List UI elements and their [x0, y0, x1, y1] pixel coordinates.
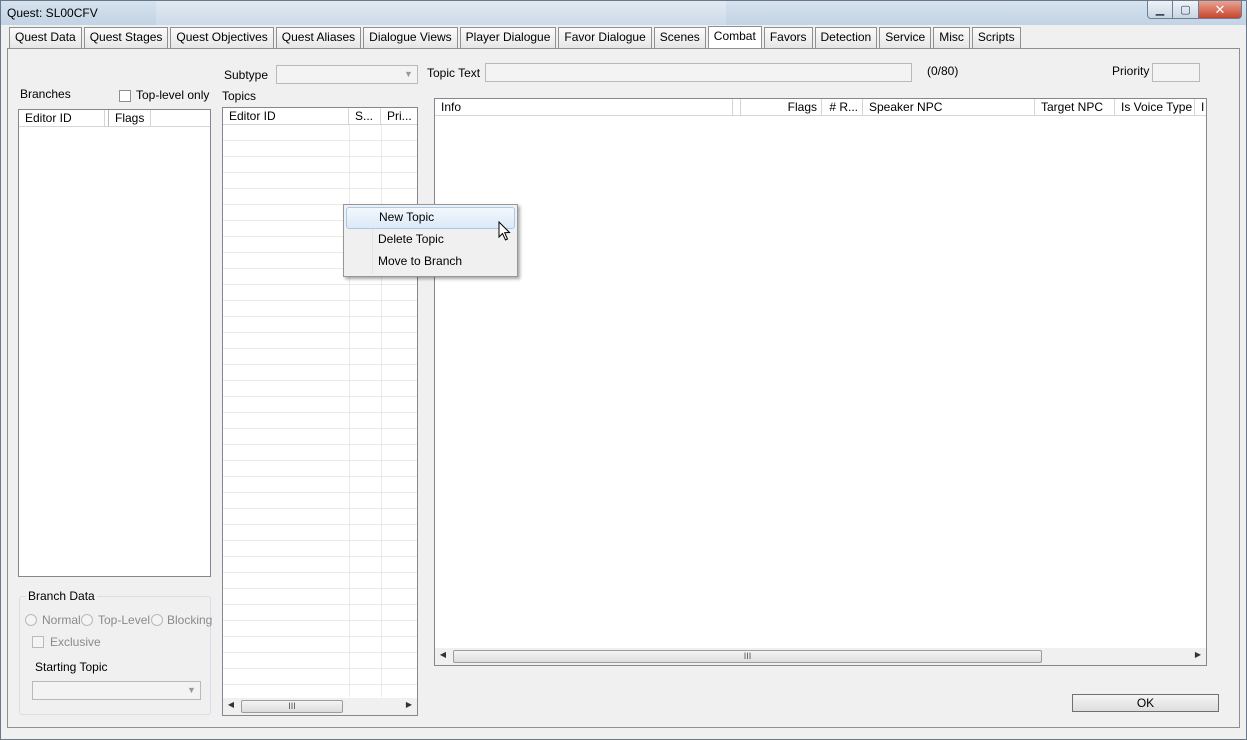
radio-blocking-label: Blocking — [167, 613, 213, 627]
topics-hscrollbar[interactable]: ◀ III ▶ — [223, 698, 417, 715]
ok-button[interactable]: OK — [1072, 694, 1219, 712]
priority-input[interactable] — [1152, 63, 1200, 82]
topics-col-s[interactable]: S... — [349, 108, 381, 125]
maximize-icon: ▢ — [1180, 4, 1191, 16]
chevron-down-icon: ▼ — [187, 685, 196, 695]
radio-blocking[interactable] — [151, 614, 163, 626]
tab-misc[interactable]: Misc — [933, 27, 970, 48]
tab-strip: Quest Data Quest Stages Quest Objectives… — [9, 26, 1023, 49]
scroll-right-icon[interactable]: ▶ — [403, 700, 415, 709]
column-divider[interactable] — [733, 99, 741, 116]
close-icon: ✕ — [1214, 1, 1226, 17]
toplevel-only-checkbox[interactable] — [119, 90, 131, 102]
menu-item-new-topic[interactable]: New Topic — [346, 207, 515, 229]
toplevel-only-label: Top-level only — [136, 88, 210, 102]
title-bar[interactable]: Quest: SL00CFV ▁ ▢ ✕ — [1, 1, 1246, 25]
info-list[interactable]: Info Flags # R... Speaker NPC Target NPC… — [434, 98, 1207, 666]
tab-quest-objectives[interactable]: Quest Objectives — [170, 27, 274, 48]
maximize-button[interactable]: ▢ — [1173, 1, 1199, 19]
info-col-responses[interactable]: # R... — [822, 99, 863, 116]
tab-service[interactable]: Service — [879, 27, 932, 48]
combat-tab-panel: Branches Top-level only Editor ID Flags … — [7, 48, 1240, 728]
info-col-speaker-npc[interactable]: Speaker NPC — [863, 99, 1035, 116]
topic-text-label: Topic Text — [427, 66, 481, 80]
menu-item-move-to-branch[interactable]: Move to Branch — [346, 251, 515, 273]
branches-col-empty — [151, 110, 210, 127]
subtype-combo[interactable]: ▼ — [276, 65, 418, 84]
radio-toplevel[interactable] — [81, 614, 93, 626]
branches-col-flags[interactable]: Flags — [109, 110, 151, 127]
tab-quest-stages[interactable]: Quest Stages — [83, 27, 169, 48]
tab-quest-aliases[interactable]: Quest Aliases — [275, 27, 362, 48]
radio-normal[interactable] — [25, 614, 37, 626]
topic-text-input[interactable] — [485, 63, 912, 82]
background-window-ghost — [156, 1, 726, 25]
info-col-truncated[interactable]: I — [1195, 99, 1206, 116]
tab-favor-dialogue[interactable]: Favor Dialogue — [558, 27, 652, 48]
branches-label: Branches — [20, 87, 71, 101]
topics-col-priority[interactable]: Pri... — [381, 108, 417, 125]
scroll-left-icon[interactable]: ◀ — [437, 650, 449, 659]
close-button[interactable]: ✕ — [1199, 1, 1242, 19]
priority-label: Priority — [1112, 64, 1150, 78]
window-title: Quest: SL00CFV — [7, 6, 98, 20]
minimize-button[interactable]: ▁ — [1147, 1, 1173, 19]
menu-item-delete-topic[interactable]: Delete Topic — [346, 229, 515, 251]
topic-text-counter: (0/80) — [927, 64, 959, 78]
tab-detection[interactable]: Detection — [814, 27, 878, 48]
info-col-flags[interactable]: Flags — [741, 99, 822, 116]
branch-data-group: Branch Data Normal Top-Level Blocking Ex… — [19, 589, 213, 715]
tab-combat[interactable]: Combat — [707, 26, 762, 49]
branches-col-editor-id[interactable]: Editor ID — [19, 110, 105, 127]
tab-scripts[interactable]: Scripts — [971, 27, 1021, 48]
context-menu: New Topic Delete Topic Move to Branch — [343, 204, 518, 277]
branches-list[interactable]: Editor ID Flags — [18, 109, 211, 577]
info-col-info[interactable]: Info — [435, 99, 733, 116]
scroll-thumb[interactable]: III — [241, 700, 343, 713]
info-hscrollbar[interactable]: ◀ III ▶ — [435, 648, 1206, 665]
tab-favors[interactable]: Favors — [763, 27, 813, 48]
scroll-right-icon[interactable]: ▶ — [1192, 650, 1204, 659]
minimize-icon: ▁ — [1155, 4, 1165, 16]
chevron-down-icon: ▼ — [404, 69, 413, 79]
quest-window: Quest: SL00CFV ▁ ▢ ✕ Quest Data Quest St… — [0, 0, 1247, 740]
branch-data-legend: Branch Data — [26, 589, 97, 603]
scroll-left-icon[interactable]: ◀ — [225, 700, 237, 709]
topics-list[interactable]: Editor ID S... Pri... ◀ III ▶ — [222, 107, 418, 716]
scroll-thumb[interactable]: III — [453, 650, 1042, 663]
mouse-pointer-icon — [498, 221, 511, 241]
radio-toplevel-label: Top-Level — [98, 613, 151, 627]
tab-dialogue-views[interactable]: Dialogue Views — [363, 27, 458, 48]
starting-topic-combo[interactable]: ▼ — [32, 681, 201, 700]
tab-player-dialogue[interactable]: Player Dialogue — [459, 27, 557, 48]
window-controls: ▁ ▢ ✕ — [1147, 1, 1242, 19]
tab-scenes[interactable]: Scenes — [653, 27, 706, 48]
topics-col-editor-id[interactable]: Editor ID — [223, 108, 349, 125]
subtype-label: Subtype — [224, 68, 269, 82]
topics-label: Topics — [222, 89, 257, 103]
exclusive-checkbox[interactable] — [32, 636, 44, 648]
info-col-is-voice-type[interactable]: Is Voice Type — [1115, 99, 1195, 116]
radio-normal-label: Normal — [42, 613, 81, 627]
exclusive-label: Exclusive — [50, 635, 101, 649]
tab-quest-data[interactable]: Quest Data — [9, 27, 82, 48]
starting-topic-label: Starting Topic — [35, 660, 108, 674]
info-col-target-npc[interactable]: Target NPC — [1035, 99, 1115, 116]
